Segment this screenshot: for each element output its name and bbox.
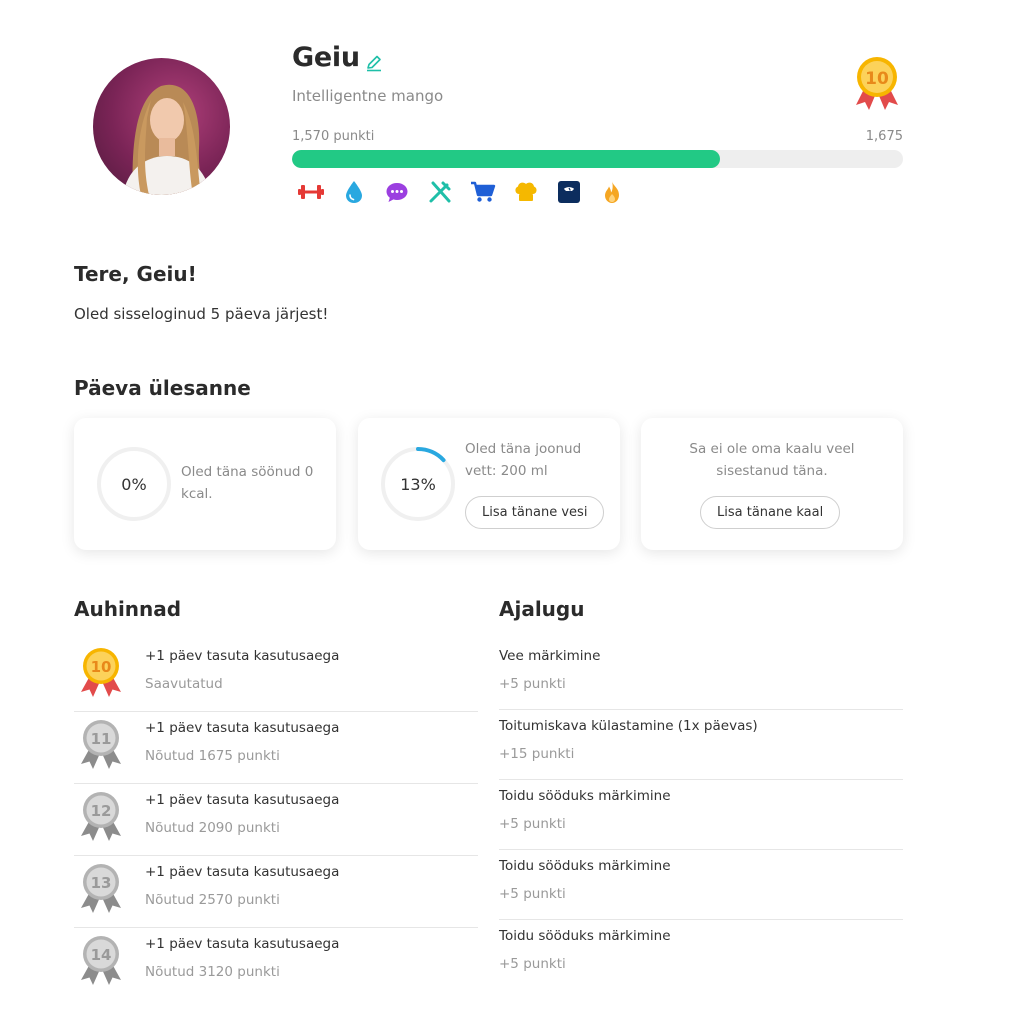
history-title: Ajalugu: [499, 597, 585, 621]
silver-medal-icon: 12: [81, 792, 121, 841]
medal-number: 14: [91, 946, 112, 964]
profile-name: Geiu: [292, 42, 360, 73]
history-item-points: +5 punkti: [499, 676, 566, 692]
medal-number: 13: [91, 874, 112, 892]
water-text-line1: Oled täna joonud: [465, 441, 582, 457]
medal-number: 12: [91, 802, 112, 820]
points-progress-bar: [292, 150, 903, 168]
reward-title: +1 päev tasuta kasutusaega: [145, 648, 340, 664]
silver-medal-icon: 14: [81, 936, 121, 985]
history-item: Vee märkimine +5 punkti: [499, 640, 903, 710]
reward-requirement: Nõutud 2570 punkti: [145, 892, 280, 908]
water-drop-icon[interactable]: [339, 180, 368, 204]
add-water-button[interactable]: Lisa tänane vesi: [465, 496, 605, 529]
add-weight-button[interactable]: Lisa tänane kaal: [700, 496, 841, 529]
daily-tasks-title: Päeva ülesanne: [74, 376, 251, 400]
level-medal-number: 10: [865, 69, 889, 89]
reward-status: Saavutatud: [145, 676, 223, 692]
history-item: Toidu sööduks märkimine +5 punkti: [499, 780, 903, 850]
points-current: 1,570 punkti: [292, 129, 375, 144]
chef-hat-icon[interactable]: [511, 180, 540, 204]
weight-text: Sa ei ole oma kaalu veel sisestanud täna…: [641, 438, 903, 482]
shopping-cart-icon[interactable]: [468, 180, 497, 204]
history-item-points: +15 punkti: [499, 746, 575, 762]
chat-bubble-icon[interactable]: [382, 180, 411, 204]
weight-text-line1: Sa ei ole oma kaalu veel: [689, 441, 855, 457]
silver-medal-icon: 11: [81, 720, 121, 769]
history-item: Toitumiskava külastamine (1x päevas) +15…: [499, 710, 903, 780]
reward-title: +1 päev tasuta kasutusaega: [145, 792, 340, 808]
points-target: 1,675: [865, 129, 903, 144]
flame-icon[interactable]: [597, 180, 626, 204]
history-item-title: Toidu sööduks märkimine: [499, 858, 671, 874]
reward-requirement: Nõutud 1675 punkti: [145, 748, 280, 764]
reward-title: +1 päev tasuta kasutusaega: [145, 936, 340, 952]
weight-task-card: Sa ei ole oma kaalu veel sisestanud täna…: [641, 418, 903, 550]
history-item-title: Vee märkimine: [499, 648, 601, 664]
reward-title: +1 päev tasuta kasutusaega: [145, 864, 340, 880]
reward-item: 12 +1 päev tasuta kasutusaega Nõutud 209…: [74, 784, 478, 856]
reward-item: 14 +1 päev tasuta kasutusaega Nõutud 312…: [74, 928, 478, 1000]
history-item-title: Toidu sööduks märkimine: [499, 788, 671, 804]
water-task-card: 13% Oled täna joonud vett: 200 ml Lisa t…: [358, 418, 620, 550]
medal-number: 10: [91, 658, 112, 676]
calories-task-card: 0% Oled täna söönud 0 kcal.: [74, 418, 336, 550]
greeting-title: Tere, Geiu!: [74, 262, 197, 286]
water-text-line2: vett: 200 ml: [465, 463, 548, 479]
greeting-text: Oled sisseloginud 5 päeva järjest!: [74, 305, 329, 323]
history-item: Toidu sööduks märkimine +5 punkti: [499, 850, 903, 920]
water-text: Oled täna joonud vett: 200 ml: [465, 438, 581, 482]
history-item-title: Toidu sööduks märkimine: [499, 928, 671, 944]
profile-subtitle: Intelligentne mango: [292, 87, 444, 105]
scale-icon[interactable]: [554, 180, 583, 204]
history-item-points: +5 punkti: [499, 886, 566, 902]
history-item-title: Toitumiskava külastamine (1x päevas): [499, 718, 758, 734]
dumbbell-icon[interactable]: [296, 180, 325, 204]
silver-medal-icon: 13: [81, 864, 121, 913]
level-medal-icon: 10: [852, 55, 902, 111]
points-progress-fill: [292, 150, 720, 168]
reward-requirement: Nõutud 3120 punkti: [145, 964, 280, 980]
history-item-points: +5 punkti: [499, 816, 566, 832]
rewards-title: Auhinnad: [74, 597, 182, 621]
reward-item: 13 +1 päev tasuta kasutusaega Nõutud 257…: [74, 856, 478, 928]
reward-item: 11 +1 päev tasuta kasutusaega Nõutud 167…: [74, 712, 478, 784]
gold-medal-icon: 10: [81, 648, 121, 697]
badge-row: [296, 180, 626, 204]
calories-text-line1: Oled täna söönud 0: [181, 464, 314, 480]
water-percent: 13%: [400, 474, 436, 494]
calories-percent: 0%: [121, 474, 147, 494]
reward-requirement: Nõutud 2090 punkti: [145, 820, 280, 836]
weight-text-line2: sisestanud täna.: [716, 463, 828, 479]
medal-number: 11: [91, 730, 112, 748]
calories-text-line2: kcal.: [181, 486, 213, 502]
edit-pencil-icon[interactable]: [365, 54, 383, 72]
calories-text: Oled täna söönud 0 kcal.: [181, 461, 313, 505]
utensils-icon[interactable]: [425, 180, 454, 204]
reward-title: +1 päev tasuta kasutusaega: [145, 720, 340, 736]
history-item-points: +5 punkti: [499, 956, 566, 972]
profile-avatar: [93, 58, 230, 195]
reward-item: 10 +1 päev tasuta kasutusaega Saavutatud: [74, 640, 478, 712]
history-item: Toidu sööduks märkimine +5 punkti: [499, 920, 903, 990]
